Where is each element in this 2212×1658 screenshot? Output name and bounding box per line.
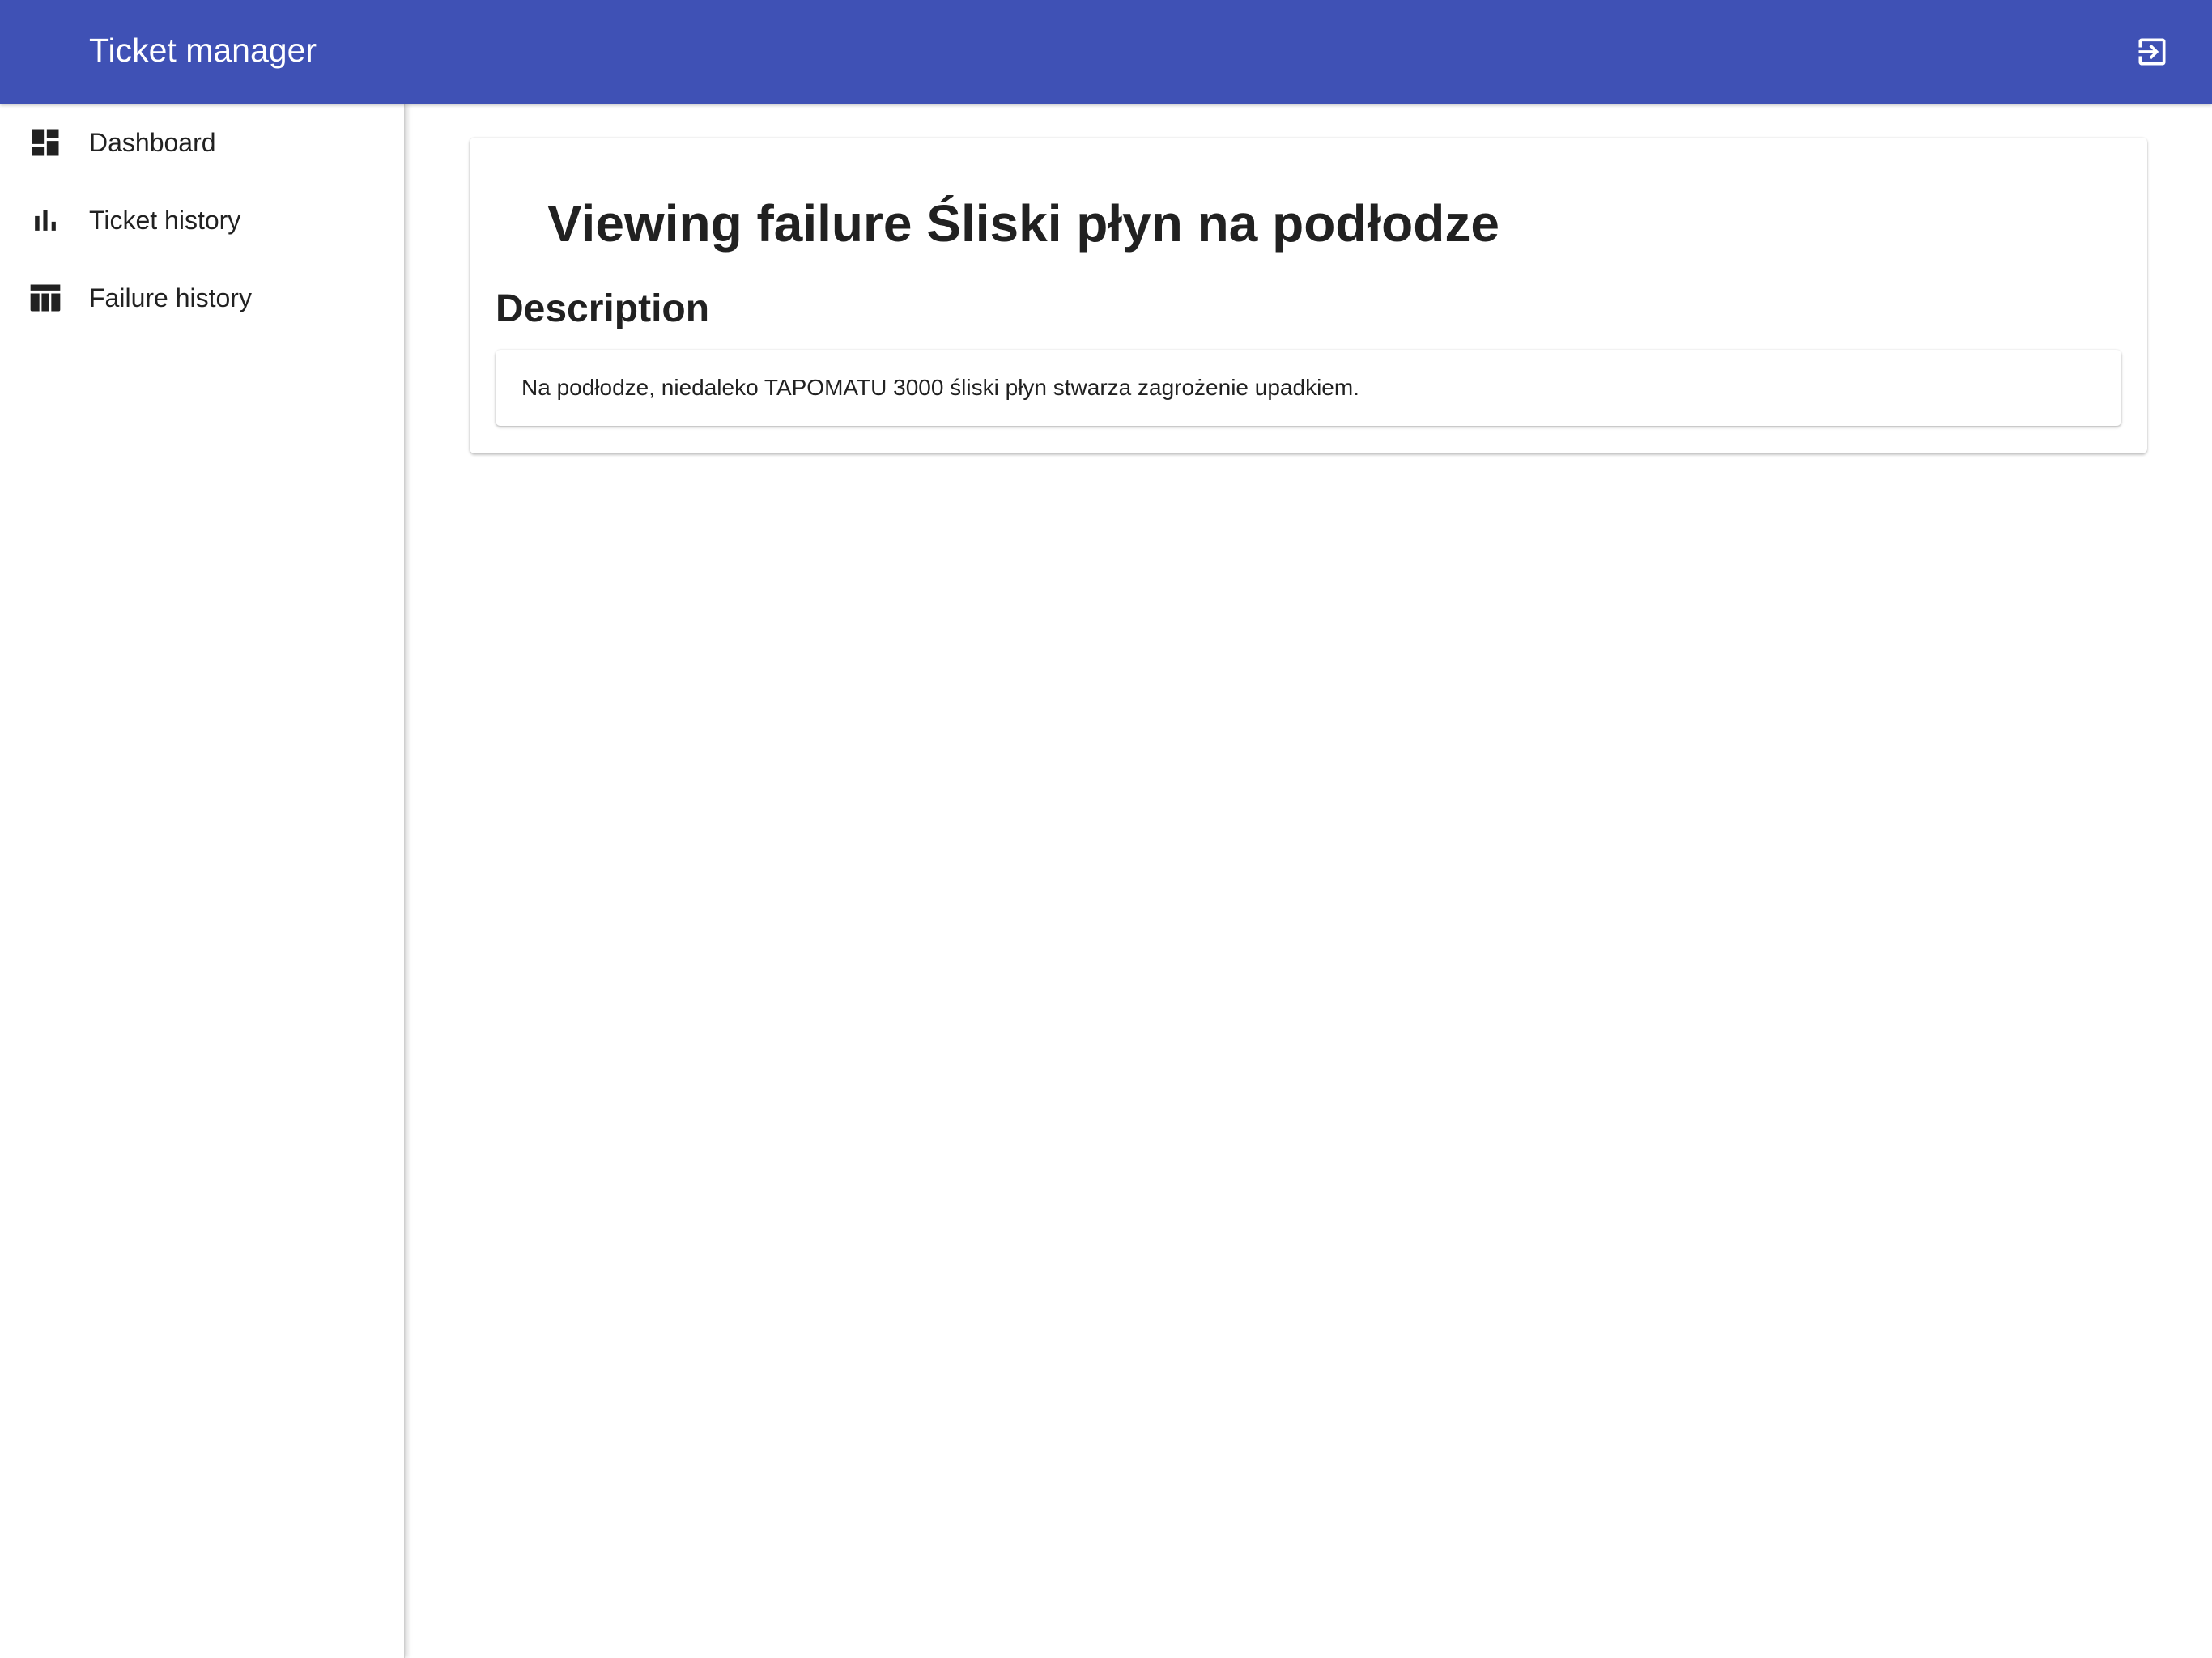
- sidebar-item-label: Ticket history: [89, 206, 241, 235]
- failure-card: Viewing failure Śliski płyn na podłodze …: [470, 138, 2147, 453]
- sidebar-item-label: Failure history: [89, 283, 252, 312]
- logout-button[interactable]: [2129, 29, 2175, 74]
- page-title: Viewing failure Śliski płyn na podłodze: [547, 194, 1499, 253]
- sidebar-item-failure-history[interactable]: Failure history: [0, 259, 404, 337]
- sidebar-item-dashboard[interactable]: Dashboard: [0, 104, 404, 181]
- sidebar-item-ticket-history[interactable]: Ticket history: [0, 181, 404, 259]
- sidebar: Dashboard Ticket history Failure history: [0, 104, 405, 1658]
- main-content: Viewing failure Śliski płyn na podłodze …: [405, 104, 2212, 1658]
- description-text: Na podłodze, niedaleko TAPOMATU 3000 śli…: [521, 375, 1359, 400]
- logout-icon: [2138, 38, 2166, 66]
- bar-chart-icon: [28, 202, 63, 238]
- description-box: Na podłodze, niedaleko TAPOMATU 3000 śli…: [496, 350, 2121, 426]
- description-heading: Description: [496, 287, 710, 330]
- app-title: Ticket manager: [89, 32, 317, 69]
- app-bar: Ticket manager: [0, 0, 2212, 104]
- dashboard-icon: [28, 125, 63, 160]
- table-icon: [28, 280, 63, 316]
- sidebar-item-label: Dashboard: [89, 128, 216, 157]
